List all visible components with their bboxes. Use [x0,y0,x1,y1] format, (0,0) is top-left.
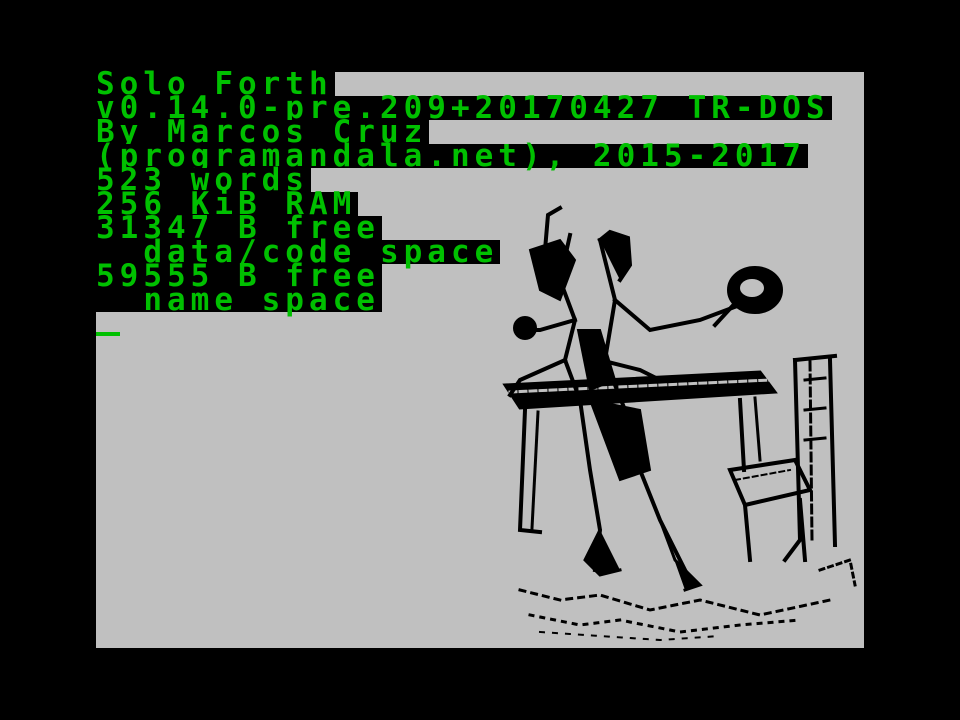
console-output: Solo Forth v0.14.0-pre.209+20170427 TR-D… [96,69,864,318]
text-cursor[interactable] [96,312,120,336]
console-line-name-space: name space [96,282,382,318]
